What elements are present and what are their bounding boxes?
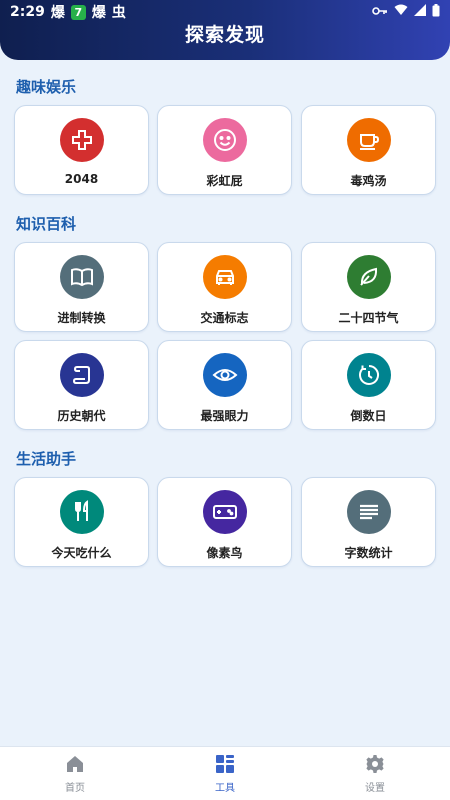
- tool-card-chicken-soup[interactable]: 毒鸡汤: [301, 105, 436, 195]
- tool-label: 进制转换: [57, 311, 106, 325]
- book-icon: [59, 255, 104, 299]
- tool-label: 毒鸡汤: [350, 174, 387, 188]
- tool-card-2048[interactable]: 2048: [14, 105, 149, 195]
- status-time: 2:29: [10, 4, 45, 20]
- section-title-entertainment: 趣味娱乐: [16, 78, 77, 96]
- tool-label: 历史朝代: [57, 409, 106, 423]
- puzzle-icon: [59, 118, 104, 162]
- tool-label: 最强眼力: [200, 409, 249, 423]
- tool-label: 字数统计: [344, 546, 393, 560]
- tool-label: 今天吃什么: [51, 546, 112, 560]
- tool-card-solar-terms[interactable]: 二十四节气: [301, 242, 436, 332]
- timer-icon: [346, 353, 391, 397]
- tool-card-base-conversion[interactable]: 进制转换: [14, 242, 149, 332]
- tool-card-traffic-signs[interactable]: 交通标志: [157, 242, 292, 332]
- notification-app-text-3: 虫: [111, 5, 126, 21]
- gear-icon: [364, 753, 386, 775]
- tool-card-word-count[interactable]: 字数统计: [301, 477, 436, 567]
- tool-card-pixel-bird[interactable]: 像素鸟: [157, 477, 292, 567]
- coffee-cup-icon: [346, 118, 391, 162]
- signal-icon: [414, 4, 426, 20]
- scroll-icon: [59, 353, 104, 397]
- text-lines-icon: [346, 490, 391, 534]
- app-header: 2:29 爆 7 爆 虫 探索发现: [0, 0, 450, 60]
- fork-knife-icon: [59, 490, 104, 534]
- tool-label: 2048: [64, 172, 99, 186]
- nav-item-home[interactable]: 首页: [0, 747, 150, 800]
- battery-icon: [432, 3, 440, 21]
- notification-badge: 7: [70, 4, 86, 20]
- page-title: 探索发现: [184, 24, 265, 46]
- home-icon: [64, 753, 86, 775]
- section-title-knowledge: 知识百科: [16, 215, 77, 233]
- tool-card-countdown[interactable]: 倒数日: [301, 340, 436, 430]
- notification-app-text-2: 爆: [91, 5, 106, 21]
- tool-label: 像素鸟: [206, 546, 243, 560]
- nav-label-settings: 设置: [365, 783, 385, 794]
- tool-label: 倒数日: [350, 409, 387, 423]
- gamepad-icon: [202, 490, 247, 534]
- tool-card-eyesight[interactable]: 最强眼力: [157, 340, 292, 430]
- notification-app-text: 爆: [50, 5, 65, 21]
- eye-icon: [202, 353, 247, 397]
- tools-grid-icon: [214, 753, 236, 775]
- leaf-icon: [346, 255, 391, 299]
- smile-face-icon: [202, 118, 247, 162]
- nav-label-home: 首页: [65, 783, 85, 794]
- nav-label-tools: 工具: [215, 783, 235, 794]
- nav-item-settings[interactable]: 设置: [300, 747, 450, 800]
- tool-card-what-to-eat[interactable]: 今天吃什么: [14, 477, 149, 567]
- tool-card-dynasties[interactable]: 历史朝代: [14, 340, 149, 430]
- section-title-life: 生活助手: [16, 450, 77, 468]
- tool-label: 彩虹屁: [206, 174, 243, 188]
- wifi-icon: [394, 4, 408, 20]
- nav-item-tools[interactable]: 工具: [150, 747, 300, 800]
- key-icon: [372, 4, 388, 20]
- tool-label: 二十四节气: [338, 311, 399, 325]
- tool-card-rainbow-fart[interactable]: 彩虹屁: [157, 105, 292, 195]
- car-icon: [202, 255, 247, 299]
- tool-label: 交通标志: [200, 311, 249, 325]
- bottom-navigation: 首页 工具 设置: [0, 746, 450, 800]
